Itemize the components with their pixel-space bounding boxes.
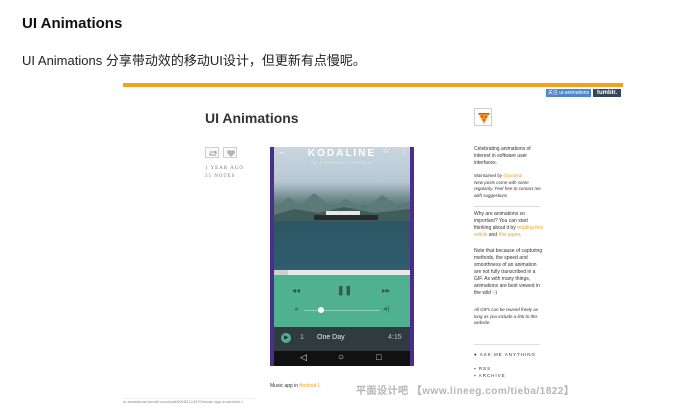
avatar[interactable] <box>474 108 492 126</box>
archive-link[interactable]: ▪ ARCHIVE <box>474 373 506 378</box>
status-url: ui-animations.tumblr.com/post/9018212437… <box>123 398 255 404</box>
player-controls <box>274 275 410 327</box>
divider <box>474 344 540 345</box>
heart-icon <box>227 150 235 157</box>
why-and: and <box>487 232 499 238</box>
ask-me-anything-link[interactable]: ● ASK ME ANYTHING <box>474 352 536 357</box>
follow-button[interactable]: 关注 ui-animations <box>546 89 591 97</box>
pizza-logo-icon <box>478 113 490 124</box>
article-title: UI Animations <box>22 15 123 32</box>
paper-link[interactable]: this paper <box>498 232 520 238</box>
rss-label: RSS <box>478 366 492 371</box>
track-number: 1 <box>300 334 304 341</box>
sidebar-gifs-notice: All GIFs can be reused freely as long as… <box>474 307 544 327</box>
new-posts-text: New posts come with some regularity. Fee… <box>474 179 541 198</box>
sidebar-about: Celebrating animations of interest in so… <box>474 146 531 166</box>
nav-back-icon: ◁ <box>300 352 307 362</box>
rewind-icon: ◂◂ <box>292 286 301 295</box>
album-art <box>274 147 410 270</box>
post-caption: Music app in Android L <box>270 383 321 389</box>
article-description: UI Animations 分享带动效的移动UI设计，但更新有点慢呢。 <box>22 53 366 68</box>
tumblr-logo-button[interactable]: tumblr. <box>593 89 621 97</box>
post-date[interactable]: 1 YEAR AGO <box>205 166 244 171</box>
caption-text: Music app in <box>270 383 300 389</box>
blog-title[interactable]: UI Animations <box>205 110 299 126</box>
album-name: IN A PERFECT WORLD <box>311 160 373 165</box>
phone-frame <box>410 147 414 366</box>
band-name: KODALINE <box>307 148 377 159</box>
post-notes-count[interactable]: 55 NOTES <box>205 174 235 179</box>
sidebar-why: Why are animations so important? You can… <box>474 211 544 239</box>
play-icon: ▶ <box>284 335 289 341</box>
volume-low-icon: ◂ <box>294 306 298 313</box>
archive-label: ARCHIVE <box>478 373 506 378</box>
volume-slider-thumb <box>318 307 324 313</box>
track-name: One Day <box>317 334 345 341</box>
fast-forward-icon: ▸▸ <box>382 286 391 295</box>
rss-link[interactable]: ▪ RSS <box>474 366 491 371</box>
gifs-text: All GIFs can be reused freely as long as… <box>474 307 539 325</box>
sidebar-note: Note that because of capturing methods, … <box>474 248 543 296</box>
pause-icon: ❚❚ <box>337 285 353 295</box>
reblog-icon <box>209 150 217 156</box>
why-end: . <box>520 232 522 238</box>
reblog-button[interactable] <box>205 147 219 158</box>
pier <box>314 215 378 220</box>
blog-top-bar <box>123 83 623 87</box>
caption-link[interactable]: Android L <box>299 383 320 389</box>
track-time: 4:15 <box>388 334 402 341</box>
like-button[interactable] <box>223 147 237 158</box>
ask-label: ASK ME ANYTHING <box>479 352 536 357</box>
nav-home-icon: ○ <box>338 352 345 363</box>
sidebar-maintainer: Maintained by @jordisol New posts come wi… <box>474 173 544 199</box>
divider <box>474 206 540 207</box>
volume-high-icon: ◂) <box>383 304 390 313</box>
watermark: 平面设计吧 【www.lineeg.com/tieba/1822】 <box>356 386 575 397</box>
maintainer-link[interactable]: @jordisol <box>503 173 522 178</box>
nav-recent-icon: □ <box>376 352 382 362</box>
maintained-by-text: Maintained by <box>474 173 504 178</box>
volume-slider-track <box>304 310 380 311</box>
